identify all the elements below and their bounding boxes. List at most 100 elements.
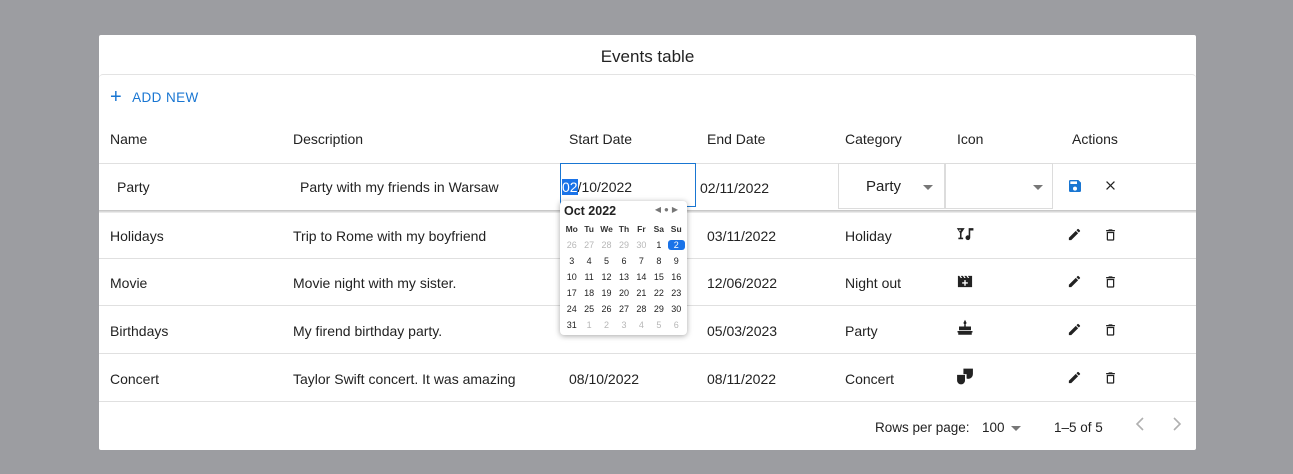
calendar-day[interactable]: 15 (650, 272, 667, 282)
edit-button[interactable] (1067, 227, 1082, 242)
icon-select[interactable] (945, 163, 1053, 209)
cancel-button[interactable] (1103, 178, 1118, 193)
previous-page-button[interactable] (1135, 417, 1145, 431)
cocktail-music-icon (956, 225, 975, 244)
calendar-day[interactable]: 17 (563, 288, 580, 298)
calendar-day[interactable]: 22 (650, 288, 667, 298)
edit-button[interactable] (1067, 274, 1082, 289)
cell-description: My firend birthday party. (293, 323, 443, 339)
calendar-day[interactable]: 21 (633, 288, 650, 298)
column-header-actions: Actions (1072, 131, 1118, 147)
next-month-button[interactable]: ▶ (672, 205, 681, 214)
delete-button[interactable] (1103, 370, 1118, 386)
column-header-name[interactable]: Name (110, 131, 147, 147)
close-icon (1106, 181, 1115, 190)
calendar-day[interactable]: 29 (615, 240, 632, 250)
calendar-day[interactable]: 25 (580, 304, 597, 314)
calendar-day[interactable]: 8 (650, 256, 667, 266)
calendar-day[interactable]: 14 (633, 272, 650, 282)
table-footer-divider (99, 401, 1196, 402)
calendar-day[interactable]: 10 (563, 272, 580, 282)
calendar-day[interactable]: 13 (615, 272, 632, 282)
row-divider (99, 353, 1196, 354)
previous-month-button[interactable]: ◀ (655, 205, 664, 214)
calendar-day[interactable]: 1 (650, 240, 667, 250)
cell-end-date: 03/11/2022 (707, 228, 777, 244)
column-header-end-date[interactable]: End Date (707, 131, 765, 147)
calendar-day[interactable]: 11 (580, 272, 597, 282)
column-header-start-date[interactable]: Start Date (569, 131, 632, 147)
chevron-down-icon (1033, 185, 1043, 190)
delete-button[interactable] (1103, 227, 1118, 243)
end-date-input[interactable]: 02/11/2022 (700, 180, 769, 196)
name-input[interactable]: Party (117, 179, 150, 195)
next-page-button[interactable] (1172, 417, 1182, 431)
pencil-icon (1068, 323, 1081, 336)
cell-category: Holiday (845, 228, 892, 244)
weekday-label: Tu (584, 224, 595, 234)
cell-category: Party (845, 323, 878, 339)
column-header-description[interactable]: Description (293, 131, 363, 147)
cell-name: Movie (110, 275, 148, 291)
calendar-day[interactable]: 6 (615, 256, 632, 266)
rows-per-page-label: Rows per page: (875, 420, 970, 435)
description-input[interactable]: Party with my friends in Warsaw (300, 179, 499, 195)
calendar-day[interactable]: 9 (668, 256, 685, 266)
calendar-day[interactable]: 12 (598, 272, 615, 282)
pencil-icon (1068, 371, 1081, 384)
calendar-day[interactable]: 27 (615, 304, 632, 314)
calendar-day[interactable]: 28 (598, 240, 615, 250)
weekday-label: Sa (653, 224, 665, 234)
calendar-day[interactable]: 19 (598, 288, 615, 298)
calendar-month-label: Oct 2022 (564, 204, 617, 218)
calendar-day[interactable]: 23 (668, 288, 685, 298)
save-icon (1069, 180, 1081, 192)
cell-category: Night out (845, 275, 902, 291)
cell-end-date: 12/06/2022 (707, 275, 778, 291)
calendar-day[interactable]: 30 (668, 304, 685, 314)
weekday-label: We (600, 224, 613, 234)
save-button[interactable] (1067, 178, 1083, 194)
calendar-day[interactable]: 16 (668, 272, 685, 282)
column-header-category[interactable]: Category (845, 131, 902, 147)
calendar-day[interactable]: 30 (633, 240, 650, 250)
category-select[interactable]: Party (838, 163, 945, 209)
calendar-day[interactable]: 18 (580, 288, 597, 298)
calendar-day[interactable]: 7 (633, 256, 650, 266)
edit-button[interactable] (1067, 370, 1082, 385)
calendar-day[interactable]: 3 (615, 320, 632, 330)
rows-per-page-select[interactable]: 100 (982, 420, 1021, 435)
calendar-day[interactable]: 29 (650, 304, 667, 314)
calendar-day[interactable]: 3 (563, 256, 580, 266)
calendar-day[interactable]: 5 (598, 256, 615, 266)
calendar-day[interactable]: 2 (598, 320, 615, 330)
trash-icon (1106, 276, 1115, 288)
calendar-day[interactable]: 6 (668, 320, 685, 330)
cell-description: Trip to Rome with my boyfriend (293, 228, 487, 244)
calendar-week: 24 25 26 27 28 29 30 (563, 301, 685, 317)
delete-button[interactable] (1103, 274, 1118, 290)
calendar-day[interactable]: 1 (580, 320, 597, 330)
calendar-day[interactable]: 26 (598, 304, 615, 314)
calendar-day[interactable]: 26 (563, 240, 580, 250)
cell-description: Taylor Swift concert. It was amazing (293, 371, 516, 387)
calendar-day[interactable]: 24 (563, 304, 580, 314)
today-button[interactable]: ● (664, 205, 672, 214)
calendar-day[interactable]: 5 (650, 320, 667, 330)
column-header-icon[interactable]: Icon (957, 131, 983, 147)
weekday-label: Fr (637, 224, 646, 234)
calendar-day[interactable]: 28 (633, 304, 650, 314)
calendar-day[interactable]: 4 (633, 320, 650, 330)
add-new-button[interactable]: + ADD NEW (110, 87, 199, 107)
calendar-day[interactable]: 27 (580, 240, 597, 250)
calendar-day[interactable]: 20 (615, 288, 632, 298)
calendar-day[interactable]: 4 (580, 256, 597, 266)
theater-masks-icon (955, 367, 975, 386)
cell-description: Movie night with my sister. (293, 275, 457, 291)
delete-button[interactable] (1103, 322, 1118, 338)
start-date-day-segment[interactable]: 02 (562, 179, 578, 195)
calendar-day[interactable]: 2 (667, 240, 685, 250)
calendar-day[interactable]: 31 (563, 320, 580, 330)
chevron-down-icon (1011, 426, 1021, 431)
edit-button[interactable] (1067, 322, 1082, 337)
